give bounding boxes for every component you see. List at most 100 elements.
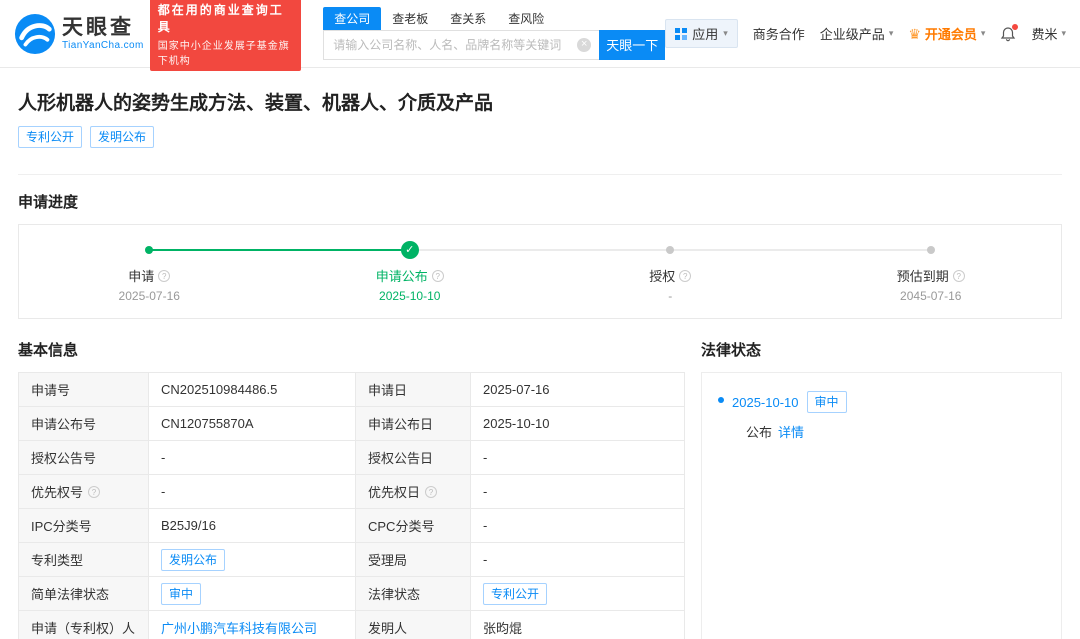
timeline-bullet-icon [718,397,724,403]
legal-status-badge: 专利公开 [483,582,548,605]
patent-type-badge: 发明公布 [161,548,226,571]
search-input[interactable] [323,29,600,60]
progress-step-granted: 授权 ? - [540,241,801,303]
tab-search-risk[interactable]: 查风险 [497,7,555,30]
apps-label: 应用 [692,27,719,42]
field-value: B25J9/16 [149,509,356,542]
vip-label: 开通会员 [924,27,977,42]
table-row: IPC分类号 B25J9/16 CPC分类号 - [19,508,684,542]
tianyancha-logo-icon [14,13,56,54]
user-name: 费米 [1031,27,1058,42]
notification-dot [1012,23,1019,30]
apps-grid-icon [675,27,688,40]
application-progress-section: 申请进度 申请 ? 2025-07-16 ✓ 申请公布 ? 2025-10-10… [18,191,1062,319]
field-value: 发明公布 [149,543,356,576]
legal-status-item: 2025-10-10 审中 公布 详情 [718,391,1045,441]
field-value: - [483,450,488,465]
apps-menu-button[interactable]: 应用 ▾ [665,19,738,48]
applicant-company-link[interactable]: 广州小鹏汽车科技有限公司 [161,618,317,637]
legal-status-text: 公布 [746,425,773,440]
top-header: 天眼查 TianYanCha.com 都在用的商业查询工具 国家中小企业发展子基… [0,0,1080,71]
step-done-dot [145,246,154,254]
field-value: 审中 [149,577,356,610]
field-label: 发明人 [356,611,471,639]
promo-line-2: 国家中小企业发展子基金旗下机构 [157,40,290,67]
user-menu[interactable]: 费米 ▾ [1031,24,1066,43]
promo-line-1: 都在用的商业查询工具 [157,2,284,34]
table-row: 专利类型 发明公布 受理局 - [19,542,684,576]
menu-business-cooperation[interactable]: 商务合作 [753,24,805,43]
help-icon[interactable]: ? [679,269,692,282]
brand-domain: TianYanCha.com [62,40,144,52]
progress-steps: 申请 ? 2025-07-16 ✓ 申请公布 ? 2025-10-10 授权 ?… [19,241,1061,303]
field-label: 优先权日 ? [356,475,471,508]
legal-status-detail-link[interactable]: 详情 [778,422,804,441]
progress-step-apply: 申请 ? 2025-07-16 [19,241,280,303]
help-icon[interactable]: ? [952,269,965,282]
help-icon[interactable]: ? [431,269,444,282]
field-value: 2025-07-16 [483,382,550,397]
field-label: 优先权号 ? [19,475,149,508]
field-value: 广州小鹏汽车科技有限公司 [149,611,356,639]
field-label: 授权公告日 [356,441,471,474]
field-value: 张昀焜 [483,621,523,636]
step-pending-dot [666,246,675,254]
help-icon[interactable]: ? [88,485,101,498]
brand-name: 天眼查 [62,15,134,39]
field-value: - [149,475,356,508]
patent-tags: 专利公开 发明公布 [18,126,1062,148]
step-date: - [668,289,673,303]
field-label: 简单法律状态 [19,577,149,610]
table-row: 申请号 CN202510984486.5 申请日 2025-07-16 [19,373,684,406]
menu-enterprise-products[interactable]: 企业级产品 ▾ [820,24,894,43]
simple-legal-status-badge: 审中 [161,582,202,605]
field-label: CPC分类号 [356,509,471,542]
chevron-down-icon: ▾ [723,28,728,38]
field-value: - [483,552,488,567]
field-label: 申请公布号 [19,407,149,440]
tab-search-boss[interactable]: 查老板 [381,7,439,30]
clear-icon[interactable]: × [577,37,592,52]
basic-info-table: 申请号 CN202510984486.5 申请日 2025-07-16 申请公布… [18,372,685,639]
tab-search-company[interactable]: 查公司 [323,6,382,30]
patent-title: 人形机器人的姿势生成方法、装置、机器人、介质及产品 [18,93,494,114]
field-label: 申请公布日 [356,407,471,440]
field-value: CN120755870A [149,407,356,440]
legal-status-item-badge: 审中 [806,391,847,413]
progress-timeline: 申请 ? 2025-07-16 ✓ 申请公布 ? 2025-10-10 授权 ?… [18,224,1062,319]
chevron-down-icon: ▾ [980,28,986,38]
tab-search-relation[interactable]: 查关系 [439,7,497,30]
menu-open-vip[interactable]: ♛ 开通会员 ▾ [908,24,985,43]
help-icon[interactable]: ? [158,269,171,282]
field-value: - [483,518,488,533]
tag-invention-published: 发明公布 [90,126,155,148]
legal-status-box: 2025-10-10 审中 公布 详情 [701,372,1062,639]
field-value: 专利公开 [471,577,684,610]
tianyancha-logo[interactable]: 天眼查 TianYanCha.com [14,13,144,55]
search-input-wrap: × [323,29,600,60]
basic-info-section: 基本信息 申请号 CN202510984486.5 申请日 2025-07-16… [18,339,685,639]
table-row: 简单法律状态 审中 法律状态 专利公开 [19,576,684,610]
business-label: 商务合作 [752,27,805,42]
page: 天眼查 TianYanCha.com 都在用的商业查询工具 国家中小企业发展子基… [0,0,1080,639]
progress-step-published: ✓ 申请公布 ? 2025-10-10 [280,241,541,303]
table-row: 优先权号 ? - 优先权日 ? - [19,474,684,508]
legal-status-date: 2025-10-10 [732,394,799,410]
field-label: 申请日 [356,373,471,406]
tag-patent-public: 专利公开 [18,126,83,148]
main-content: 人形机器人的姿势生成方法、装置、机器人、介质及产品 专利公开 发明公布 申请进度… [0,68,1080,639]
notifications-button[interactable] [1000,23,1019,42]
field-label: 法律状态 [356,577,471,610]
search-tabs: 查公司 查老板 查关系 查风险 [323,6,665,30]
progress-section-title: 申请进度 [18,194,79,211]
help-icon[interactable]: ? [425,485,438,498]
patent-title-section: 人形机器人的姿势生成方法、装置、机器人、介质及产品 专利公开 发明公布 [18,68,1062,175]
step-date: 2045-07-16 [900,289,962,303]
step-pending-dot [926,246,935,254]
table-row: 授权公告号 - 授权公告日 - [19,440,684,474]
table-row: 申请公布号 CN120755870A 申请公布日 2025-10-10 [19,406,684,440]
promo-banner: 都在用的商业查询工具 国家中小企业发展子基金旗下机构 [149,0,302,71]
header-right-menu: 应用 ▾ 商务合作 企业级产品 ▾ ♛ 开通会员 ▾ 费米 ▾ [665,19,1066,48]
search-bar: × 天眼一下 [323,29,666,60]
search-button[interactable]: 天眼一下 [599,29,666,60]
